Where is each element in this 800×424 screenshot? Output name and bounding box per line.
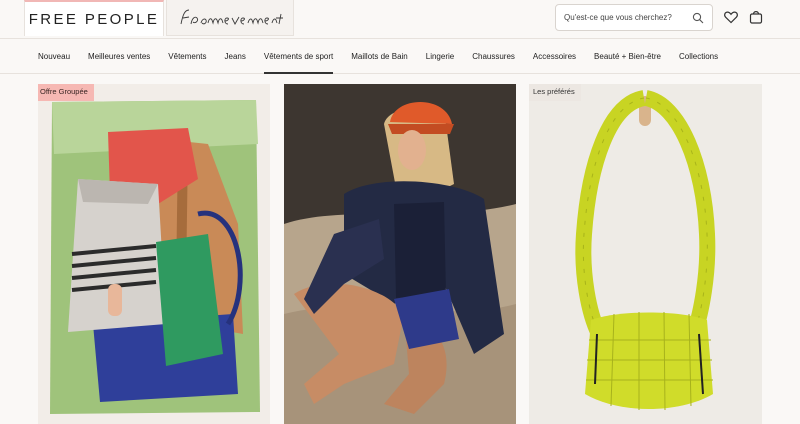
model-beach-image [284, 84, 516, 424]
offer-badge: Offre Groupée [38, 84, 94, 101]
search-input[interactable] [564, 13, 692, 22]
product-tile-quilted-jacket[interactable] [284, 84, 516, 424]
product-tile-bundle[interactable]: Offre Groupée [38, 84, 270, 424]
main-navigation: Nouveau Meilleures ventes Vêtements Jean… [0, 38, 800, 74]
product-tile-quilted-bag[interactable]: Les préférés [529, 84, 762, 424]
bag-icon[interactable] [748, 9, 764, 25]
yellow-quilted-bag-image [529, 84, 762, 424]
nav-item-beaute-bien-etre[interactable]: Beauté + Bien-être [594, 52, 661, 61]
favorites-badge: Les préférés [529, 84, 581, 101]
nav-item-jeans[interactable]: Jeans [225, 52, 246, 61]
nav-item-accessoires[interactable]: Accessoires [533, 52, 576, 61]
nav-item-collections[interactable]: Collections [679, 52, 718, 61]
nav-item-vetements-de-sport[interactable]: Vêtements de sport [263, 52, 334, 74]
search-box[interactable] [555, 4, 713, 31]
nav-item-meilleures-ventes[interactable]: Meilleures ventes [88, 52, 150, 61]
heart-icon[interactable] [723, 9, 739, 25]
fp-movement-tab[interactable] [166, 0, 294, 36]
nav-item-maillots-de-bain[interactable]: Maillots de Bain [351, 52, 407, 61]
free-people-logo-tab[interactable]: FREE PEOPLE [24, 0, 164, 36]
nav-item-nouveau[interactable]: Nouveau [38, 52, 70, 61]
nav-item-lingerie[interactable]: Lingerie [426, 52, 454, 61]
site-header: FREE PEOPLE [0, 0, 800, 38]
nav-item-chaussures[interactable]: Chaussures [472, 52, 515, 61]
bundle-flatlay-image [38, 84, 270, 424]
fp-movement-logo [180, 9, 283, 25]
brand-logo: FREE PEOPLE [28, 10, 160, 28]
search-icon[interactable] [692, 12, 704, 24]
nav-item-vetements[interactable]: Vêtements [168, 52, 206, 61]
